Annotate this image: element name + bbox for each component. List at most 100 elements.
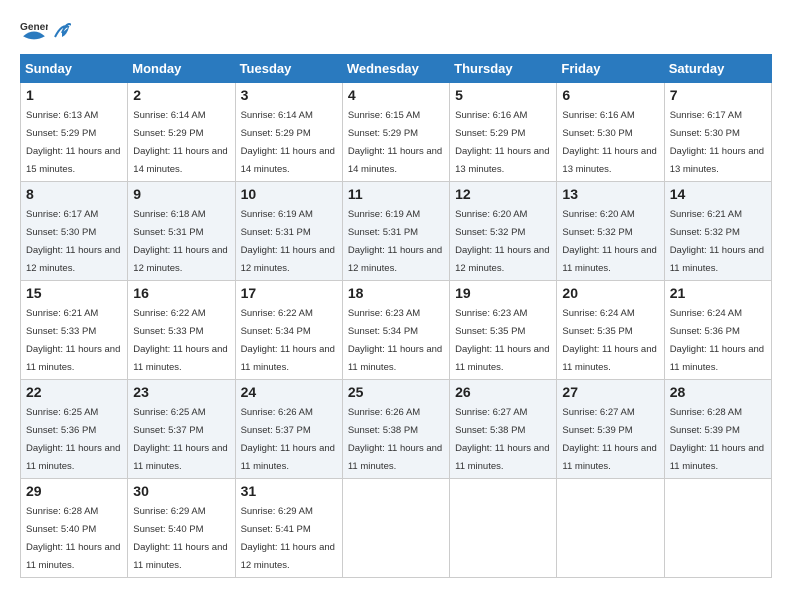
day-number: 6 <box>562 87 658 103</box>
day-number: 28 <box>670 384 766 400</box>
day-number: 23 <box>133 384 229 400</box>
day-number: 4 <box>348 87 444 103</box>
calendar-cell: 27 Sunrise: 6:27 AMSunset: 5:39 PMDaylig… <box>557 380 664 479</box>
calendar-cell: 25 Sunrise: 6:26 AMSunset: 5:38 PMDaylig… <box>342 380 449 479</box>
day-number: 12 <box>455 186 551 202</box>
calendar-cell: 21 Sunrise: 6:24 AMSunset: 5:36 PMDaylig… <box>664 281 771 380</box>
day-info: Sunrise: 6:17 AMSunset: 5:30 PMDaylight:… <box>26 209 120 274</box>
calendar-cell: 8 Sunrise: 6:17 AMSunset: 5:30 PMDayligh… <box>21 182 128 281</box>
day-info: Sunrise: 6:22 AMSunset: 5:33 PMDaylight:… <box>133 308 227 373</box>
logo: General <box>20 16 72 44</box>
day-info: Sunrise: 6:23 AMSunset: 5:34 PMDaylight:… <box>348 308 442 373</box>
calendar-day-header: Sunday <box>21 55 128 83</box>
day-info: Sunrise: 6:14 AMSunset: 5:29 PMDaylight:… <box>241 110 335 175</box>
day-info: Sunrise: 6:21 AMSunset: 5:33 PMDaylight:… <box>26 308 120 373</box>
calendar-table: SundayMondayTuesdayWednesdayThursdayFrid… <box>20 54 772 578</box>
day-info: Sunrise: 6:19 AMSunset: 5:31 PMDaylight:… <box>348 209 442 274</box>
calendar-cell: 28 Sunrise: 6:28 AMSunset: 5:39 PMDaylig… <box>664 380 771 479</box>
day-number: 9 <box>133 186 229 202</box>
day-info: Sunrise: 6:29 AMSunset: 5:40 PMDaylight:… <box>133 506 227 571</box>
day-info: Sunrise: 6:27 AMSunset: 5:39 PMDaylight:… <box>562 407 656 472</box>
day-number: 22 <box>26 384 122 400</box>
calendar-cell: 11 Sunrise: 6:19 AMSunset: 5:31 PMDaylig… <box>342 182 449 281</box>
day-info: Sunrise: 6:24 AMSunset: 5:36 PMDaylight:… <box>670 308 764 373</box>
calendar-cell: 13 Sunrise: 6:20 AMSunset: 5:32 PMDaylig… <box>557 182 664 281</box>
calendar-cell: 30 Sunrise: 6:29 AMSunset: 5:40 PMDaylig… <box>128 479 235 578</box>
day-number: 30 <box>133 483 229 499</box>
day-info: Sunrise: 6:22 AMSunset: 5:34 PMDaylight:… <box>241 308 335 373</box>
calendar-cell <box>664 479 771 578</box>
calendar-header-row: SundayMondayTuesdayWednesdayThursdayFrid… <box>21 55 772 83</box>
calendar-cell <box>450 479 557 578</box>
day-number: 2 <box>133 87 229 103</box>
calendar-week-row: 8 Sunrise: 6:17 AMSunset: 5:30 PMDayligh… <box>21 182 772 281</box>
day-number: 7 <box>670 87 766 103</box>
day-number: 26 <box>455 384 551 400</box>
day-number: 24 <box>241 384 337 400</box>
calendar-day-header: Monday <box>128 55 235 83</box>
day-info: Sunrise: 6:25 AMSunset: 5:37 PMDaylight:… <box>133 407 227 472</box>
calendar-cell: 18 Sunrise: 6:23 AMSunset: 5:34 PMDaylig… <box>342 281 449 380</box>
calendar-cell <box>342 479 449 578</box>
calendar-week-row: 22 Sunrise: 6:25 AMSunset: 5:36 PMDaylig… <box>21 380 772 479</box>
calendar-cell: 16 Sunrise: 6:22 AMSunset: 5:33 PMDaylig… <box>128 281 235 380</box>
calendar-cell: 20 Sunrise: 6:24 AMSunset: 5:35 PMDaylig… <box>557 281 664 380</box>
day-number: 17 <box>241 285 337 301</box>
calendar-cell: 17 Sunrise: 6:22 AMSunset: 5:34 PMDaylig… <box>235 281 342 380</box>
calendar-cell: 29 Sunrise: 6:28 AMSunset: 5:40 PMDaylig… <box>21 479 128 578</box>
calendar-day-header: Tuesday <box>235 55 342 83</box>
day-info: Sunrise: 6:25 AMSunset: 5:36 PMDaylight:… <box>26 407 120 472</box>
day-info: Sunrise: 6:20 AMSunset: 5:32 PMDaylight:… <box>455 209 549 274</box>
calendar-cell: 15 Sunrise: 6:21 AMSunset: 5:33 PMDaylig… <box>21 281 128 380</box>
calendar-day-header: Thursday <box>450 55 557 83</box>
day-info: Sunrise: 6:23 AMSunset: 5:35 PMDaylight:… <box>455 308 549 373</box>
svg-text:General: General <box>20 22 48 33</box>
day-number: 14 <box>670 186 766 202</box>
calendar-cell: 12 Sunrise: 6:20 AMSunset: 5:32 PMDaylig… <box>450 182 557 281</box>
calendar-cell: 19 Sunrise: 6:23 AMSunset: 5:35 PMDaylig… <box>450 281 557 380</box>
calendar-cell: 2 Sunrise: 6:14 AMSunset: 5:29 PMDayligh… <box>128 83 235 182</box>
day-info: Sunrise: 6:15 AMSunset: 5:29 PMDaylight:… <box>348 110 442 175</box>
day-info: Sunrise: 6:16 AMSunset: 5:30 PMDaylight:… <box>562 110 656 175</box>
calendar-cell: 3 Sunrise: 6:14 AMSunset: 5:29 PMDayligh… <box>235 83 342 182</box>
day-info: Sunrise: 6:28 AMSunset: 5:39 PMDaylight:… <box>670 407 764 472</box>
day-number: 20 <box>562 285 658 301</box>
day-number: 19 <box>455 285 551 301</box>
day-info: Sunrise: 6:28 AMSunset: 5:40 PMDaylight:… <box>26 506 120 571</box>
calendar-day-header: Wednesday <box>342 55 449 83</box>
calendar-day-header: Saturday <box>664 55 771 83</box>
logo-bird-icon <box>53 19 71 41</box>
day-info: Sunrise: 6:14 AMSunset: 5:29 PMDaylight:… <box>133 110 227 175</box>
calendar-week-row: 15 Sunrise: 6:21 AMSunset: 5:33 PMDaylig… <box>21 281 772 380</box>
calendar-cell: 22 Sunrise: 6:25 AMSunset: 5:36 PMDaylig… <box>21 380 128 479</box>
header: General <box>20 16 772 44</box>
day-number: 21 <box>670 285 766 301</box>
calendar-cell: 31 Sunrise: 6:29 AMSunset: 5:41 PMDaylig… <box>235 479 342 578</box>
day-info: Sunrise: 6:19 AMSunset: 5:31 PMDaylight:… <box>241 209 335 274</box>
day-info: Sunrise: 6:17 AMSunset: 5:30 PMDaylight:… <box>670 110 764 175</box>
day-number: 13 <box>562 186 658 202</box>
day-info: Sunrise: 6:21 AMSunset: 5:32 PMDaylight:… <box>670 209 764 274</box>
day-number: 25 <box>348 384 444 400</box>
page: General SundayMondayTuesdayW <box>0 0 792 612</box>
day-number: 18 <box>348 285 444 301</box>
day-info: Sunrise: 6:26 AMSunset: 5:38 PMDaylight:… <box>348 407 442 472</box>
day-info: Sunrise: 6:18 AMSunset: 5:31 PMDaylight:… <box>133 209 227 274</box>
calendar-week-row: 29 Sunrise: 6:28 AMSunset: 5:40 PMDaylig… <box>21 479 772 578</box>
day-number: 8 <box>26 186 122 202</box>
calendar-cell: 4 Sunrise: 6:15 AMSunset: 5:29 PMDayligh… <box>342 83 449 182</box>
calendar-cell: 14 Sunrise: 6:21 AMSunset: 5:32 PMDaylig… <box>664 182 771 281</box>
day-number: 31 <box>241 483 337 499</box>
calendar-cell <box>557 479 664 578</box>
day-number: 10 <box>241 186 337 202</box>
day-info: Sunrise: 6:27 AMSunset: 5:38 PMDaylight:… <box>455 407 549 472</box>
day-number: 11 <box>348 186 444 202</box>
calendar-cell: 7 Sunrise: 6:17 AMSunset: 5:30 PMDayligh… <box>664 83 771 182</box>
calendar-cell: 1 Sunrise: 6:13 AMSunset: 5:29 PMDayligh… <box>21 83 128 182</box>
calendar-cell: 10 Sunrise: 6:19 AMSunset: 5:31 PMDaylig… <box>235 182 342 281</box>
day-number: 16 <box>133 285 229 301</box>
day-number: 15 <box>26 285 122 301</box>
day-number: 29 <box>26 483 122 499</box>
day-info: Sunrise: 6:16 AMSunset: 5:29 PMDaylight:… <box>455 110 549 175</box>
day-number: 27 <box>562 384 658 400</box>
